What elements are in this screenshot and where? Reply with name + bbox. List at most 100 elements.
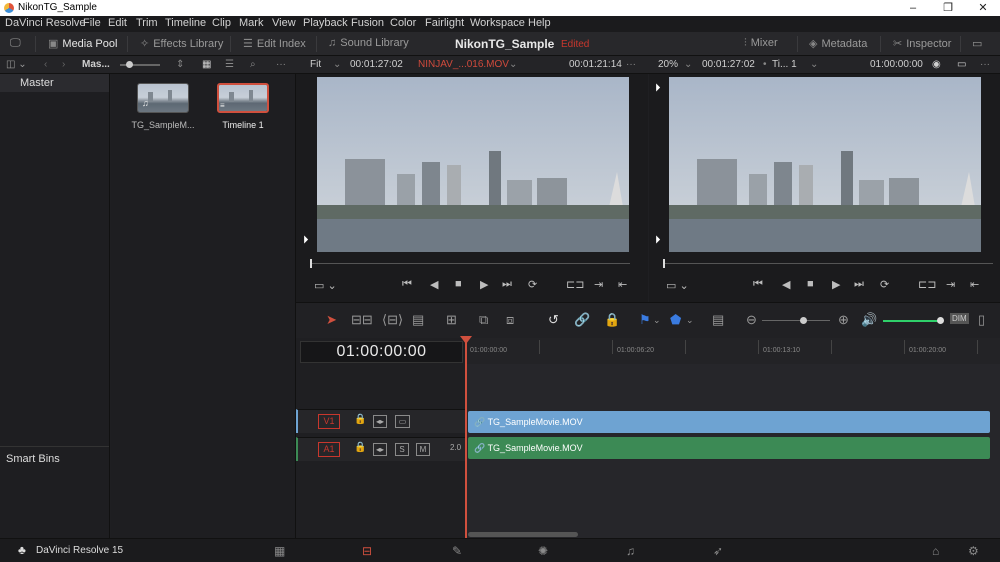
menu-playback[interactable]: Playback xyxy=(303,17,348,29)
zoom-slider[interactable] xyxy=(762,320,830,321)
mark-out-icon[interactable]: ⇤ xyxy=(618,278,627,291)
viewer-mode-icon[interactable]: ▭ xyxy=(957,59,966,70)
media-pool-button[interactable]: ▣ Media Pool xyxy=(48,37,117,50)
close-button[interactable]: ✕ xyxy=(968,0,998,16)
menu-fairlight[interactable]: Fairlight xyxy=(425,17,464,29)
marker-icon[interactable]: ⬟ xyxy=(670,312,681,328)
stop-icon[interactable]: ■ xyxy=(455,278,462,290)
overwrite-clip-icon[interactable]: ⧉ xyxy=(479,312,488,328)
snapping-icon[interactable]: ↺ xyxy=(548,312,559,328)
inspector-button[interactable]: ✂ Inspector xyxy=(893,37,951,50)
menu-edit[interactable]: Edit xyxy=(108,17,127,29)
color-page-icon[interactable]: ✺ xyxy=(538,544,548,558)
scrubber-handle[interactable] xyxy=(310,259,312,268)
source-scrubber[interactable] xyxy=(310,263,630,264)
zoom-out-icon[interactable]: ⊖ xyxy=(746,312,757,328)
timeline-thumbnail[interactable]: ≡ xyxy=(217,83,269,113)
replace-clip-icon[interactable]: ⧈ xyxy=(506,312,514,328)
lock-icon[interactable]: 🔒 xyxy=(354,414,366,425)
source-clip-name[interactable]: NINJAV_...016.MOV xyxy=(418,59,509,70)
volume-icon[interactable]: 🔊 xyxy=(861,312,877,328)
minimize-button[interactable]: – xyxy=(898,0,928,16)
timeline-scrubber[interactable] xyxy=(663,263,993,264)
effects-library-button[interactable]: ✧ Effects Library xyxy=(140,37,223,50)
more-options-icon[interactable]: ··· xyxy=(626,59,636,70)
timeline-ruler[interactable]: 01:00:00:00 01:00:06:20 01:00:13:10 01:0… xyxy=(466,338,1000,364)
selection-tool-icon[interactable]: ➤ xyxy=(326,312,337,328)
timeline-view-options-icon[interactable]: ▤ xyxy=(712,312,724,328)
settings-gear-icon[interactable]: ⚙ xyxy=(968,544,979,558)
play-reverse-icon[interactable]: ◀ xyxy=(782,278,790,291)
volume-slider[interactable] xyxy=(883,320,941,322)
menu-timeline[interactable]: Timeline xyxy=(165,17,206,29)
scrubber-handle[interactable] xyxy=(663,259,665,268)
auto-select-icon[interactable]: ◂▸ xyxy=(373,443,387,456)
audio-clip[interactable]: 🔗 TG_SampleMovie.MOV xyxy=(468,437,990,459)
list-view-icon[interactable]: ☰ xyxy=(225,59,234,70)
clip-thumbnail[interactable]: ♫ xyxy=(137,83,189,113)
menu-color[interactable]: Color xyxy=(390,17,416,29)
chevron-down-icon[interactable]: ⌄ xyxy=(684,59,692,70)
home-icon[interactable]: ⌂ xyxy=(932,544,939,558)
auto-select-icon[interactable]: ◂▸ xyxy=(373,415,387,428)
play-icon[interactable]: ▶ xyxy=(480,278,488,291)
track-name-a1[interactable]: A1 xyxy=(318,442,340,457)
deliver-page-icon[interactable]: ➶ xyxy=(713,544,723,558)
fusion-page-icon[interactable]: ✎ xyxy=(452,544,462,558)
nav-forward-icon[interactable]: › xyxy=(62,59,65,70)
loop-icon[interactable]: ⟳ xyxy=(528,278,537,291)
sort-icon[interactable]: ⇕ xyxy=(176,59,184,70)
track-enable-icon[interactable]: ▭ xyxy=(395,415,410,428)
media-page-icon[interactable]: ▦ xyxy=(274,544,285,558)
slider-knob[interactable] xyxy=(126,61,133,68)
lock-icon[interactable]: 🔒 xyxy=(354,442,366,453)
playhead-handle[interactable] xyxy=(460,336,472,344)
mark-out-icon[interactable]: ⇤ xyxy=(970,278,979,291)
grid-view-icon[interactable]: ▦ xyxy=(202,59,211,70)
blade-tool-icon[interactable]: ▤ xyxy=(412,312,424,328)
menu-file[interactable]: File xyxy=(83,17,101,29)
fit-dropdown[interactable]: Fit xyxy=(310,59,321,70)
timeline-scrollbar[interactable] xyxy=(468,532,578,537)
timeline-name[interactable]: Ti... 1 xyxy=(772,59,797,70)
jump-start-icon[interactable]: ⏮ xyxy=(753,278,763,291)
volume-knob[interactable] xyxy=(937,317,944,324)
edit-index-button[interactable]: ☰ Edit Index xyxy=(243,37,306,50)
sound-library-button[interactable]: ♫ Sound Library xyxy=(328,37,409,49)
chevron-down-icon[interactable]: ⌄ xyxy=(653,315,661,326)
jump-start-icon[interactable]: ⏮ xyxy=(402,278,412,291)
zoom-slider-knob[interactable] xyxy=(800,317,807,324)
stop-icon[interactable]: ■ xyxy=(807,278,814,290)
play-reverse-icon[interactable]: ◀ xyxy=(430,278,438,291)
master-bin-row[interactable]: Master xyxy=(0,74,109,92)
zoom-in-icon[interactable]: ⊕ xyxy=(838,312,849,328)
menu-davinci[interactable]: DaVinci Resolve xyxy=(5,17,86,29)
overlay-mode-icon[interactable]: ▭ ⌄ xyxy=(666,279,689,292)
menu-mark[interactable]: Mark xyxy=(239,17,263,29)
menu-fusion[interactable]: Fusion xyxy=(351,17,384,29)
solo-button[interactable]: S xyxy=(395,443,409,456)
nav-back-icon[interactable]: ‹ xyxy=(44,59,47,70)
chevron-down-icon[interactable]: ⌄ xyxy=(686,315,694,326)
more-options-icon[interactable]: ··· xyxy=(276,59,286,70)
loop-icon[interactable]: ⟳ xyxy=(880,278,889,291)
mute-button[interactable]: M xyxy=(416,443,430,456)
trim-tool-icon[interactable]: ⊟⊟ xyxy=(351,312,373,328)
menu-help[interactable]: Help xyxy=(528,17,551,29)
playhead[interactable] xyxy=(465,338,467,538)
maximize-button[interactable]: ❐ xyxy=(933,0,963,16)
video-clip[interactable]: 🔗 TG_SampleMovie.MOV xyxy=(468,411,990,433)
chevron-down-icon[interactable]: ⌄ xyxy=(509,59,517,70)
fairlight-page-icon[interactable]: ♫ xyxy=(626,544,635,558)
insert-clip-icon[interactable]: ⊞ xyxy=(446,312,457,328)
metadata-button[interactable]: ◈ Metadata xyxy=(809,37,867,50)
zoom-dropdown[interactable]: 20% xyxy=(658,59,678,70)
mark-in-icon[interactable]: ⇥ xyxy=(594,278,603,291)
linked-selection-icon[interactable]: 🔗 xyxy=(574,312,590,328)
menu-view[interactable]: View xyxy=(272,17,296,29)
chevron-down-icon[interactable]: ⌄ xyxy=(810,59,818,70)
dynamic-trim-icon[interactable]: ⟨⊟⟩ xyxy=(382,312,403,328)
play-icon[interactable]: ▶ xyxy=(832,278,840,291)
chevron-down-icon[interactable]: ⌄ xyxy=(333,59,341,70)
edit-page-icon[interactable]: ⊟ xyxy=(362,544,372,558)
